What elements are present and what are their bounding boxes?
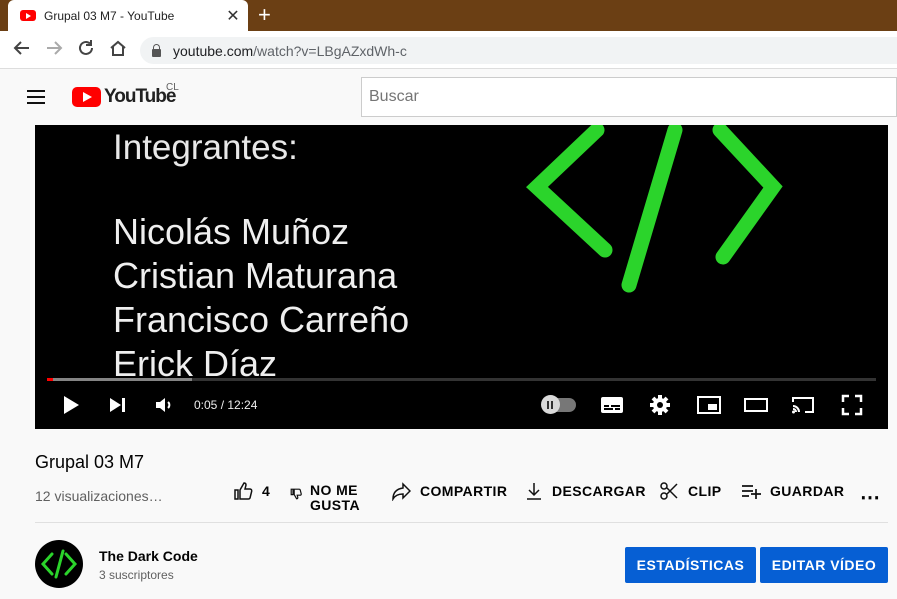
playlist-add-icon bbox=[742, 485, 761, 499]
download-label: DESCARGAR bbox=[552, 483, 646, 499]
download-button[interactable]: DESCARGAR bbox=[525, 481, 646, 501]
fullscreen-button[interactable] bbox=[840, 393, 864, 417]
browser-tab[interactable]: Grupal 03 M7 - YouTube ✕ bbox=[8, 0, 248, 31]
share-label: COMPARTIR bbox=[420, 483, 508, 499]
progress-bar[interactable] bbox=[47, 378, 876, 381]
back-icon[interactable] bbox=[10, 38, 34, 62]
view-count[interactable]: 12 visualizaciones… bbox=[35, 488, 163, 504]
address-bar: youtube.com /watch?v=LBgAZxdWh-c bbox=[0, 31, 897, 69]
member-name: Cristian Maturana bbox=[113, 255, 398, 296]
country-code: CL bbox=[166, 82, 179, 93]
code-brackets-avatar-icon bbox=[40, 549, 78, 579]
reload-icon[interactable] bbox=[74, 38, 98, 62]
divider bbox=[35, 522, 888, 523]
lock-icon bbox=[152, 43, 161, 57]
theater-mode-button[interactable] bbox=[743, 393, 769, 417]
url-path: /watch?v=LBgAZxdWh-c bbox=[253, 42, 407, 59]
channel-name[interactable]: The Dark Code bbox=[99, 548, 198, 564]
url-host: youtube.com bbox=[173, 42, 254, 59]
subtitles-button[interactable] bbox=[600, 393, 624, 417]
video-player[interactable]: Integrantes: Nicolás Muñoz Cristian Matu… bbox=[35, 125, 888, 429]
like-count: 4 bbox=[262, 483, 271, 499]
tab-close-icon[interactable]: ✕ bbox=[222, 6, 244, 26]
volume-button[interactable] bbox=[153, 393, 175, 417]
youtube-logo[interactable]: YouTube bbox=[72, 86, 176, 108]
menu-icon[interactable] bbox=[27, 90, 45, 104]
channel-avatar[interactable] bbox=[35, 540, 83, 588]
progress-loaded bbox=[47, 378, 193, 381]
share-icon bbox=[392, 482, 411, 501]
video-title: Grupal 03 M7 bbox=[35, 452, 145, 472]
new-tab-button[interactable]: + bbox=[258, 3, 271, 27]
like-button[interactable]: 4 bbox=[233, 481, 270, 501]
progress-played bbox=[47, 378, 53, 381]
youtube-play-logo-icon bbox=[72, 87, 101, 107]
cast-button[interactable] bbox=[790, 393, 816, 417]
download-icon bbox=[527, 483, 541, 500]
home-icon[interactable] bbox=[106, 38, 130, 62]
slide-heading: Integrantes: bbox=[113, 128, 298, 167]
autoplay-toggle[interactable] bbox=[541, 395, 576, 414]
clip-label: CLIP bbox=[688, 483, 722, 499]
browser-tab-strip: Grupal 03 M7 - YouTube ✕ + bbox=[0, 0, 897, 31]
save-button[interactable]: GUARDAR bbox=[741, 481, 844, 501]
search-input[interactable]: Buscar bbox=[361, 77, 897, 117]
subscriber-count: 3 suscriptores bbox=[99, 568, 174, 582]
youtube-favicon-icon bbox=[20, 10, 36, 21]
tab-title: Grupal 03 M7 - YouTube bbox=[44, 8, 175, 23]
time-display: 0:05 / 12:24 bbox=[194, 398, 258, 412]
more-actions-icon[interactable]: ⋯ bbox=[860, 485, 880, 510]
member-name: Nicolás Muñoz bbox=[113, 211, 350, 252]
dislike-label-line2: GUSTA bbox=[310, 497, 360, 513]
thumbs-up-icon bbox=[234, 482, 253, 500]
next-button[interactable] bbox=[107, 393, 129, 417]
save-label: GUARDAR bbox=[770, 483, 845, 499]
miniplayer-button[interactable] bbox=[696, 393, 722, 417]
code-brackets-logo-icon bbox=[526, 125, 783, 293]
scissors-icon bbox=[660, 482, 678, 500]
clip-button[interactable]: CLIP bbox=[659, 481, 722, 501]
dislike-button[interactable]: NO ME GUSTA bbox=[290, 483, 360, 513]
settings-gear-icon[interactable] bbox=[648, 393, 672, 417]
stats-button[interactable]: ESTADÍSTICAS bbox=[625, 547, 756, 583]
youtube-masthead: YouTube CL Buscar bbox=[0, 69, 897, 125]
dislike-label-line1: NO ME bbox=[310, 482, 358, 498]
youtube-logo-text: YouTube bbox=[104, 86, 176, 107]
member-name: Francisco Carreño bbox=[113, 299, 410, 340]
url-field[interactable]: youtube.com /watch?v=LBgAZxdWh-c bbox=[140, 37, 897, 64]
share-button[interactable]: COMPARTIR bbox=[391, 481, 507, 501]
play-button[interactable] bbox=[60, 393, 82, 417]
forward-icon[interactable] bbox=[42, 38, 66, 62]
thumbs-down-icon bbox=[290, 488, 302, 500]
edit-video-button[interactable]: EDITAR VÍDEO bbox=[760, 547, 888, 583]
